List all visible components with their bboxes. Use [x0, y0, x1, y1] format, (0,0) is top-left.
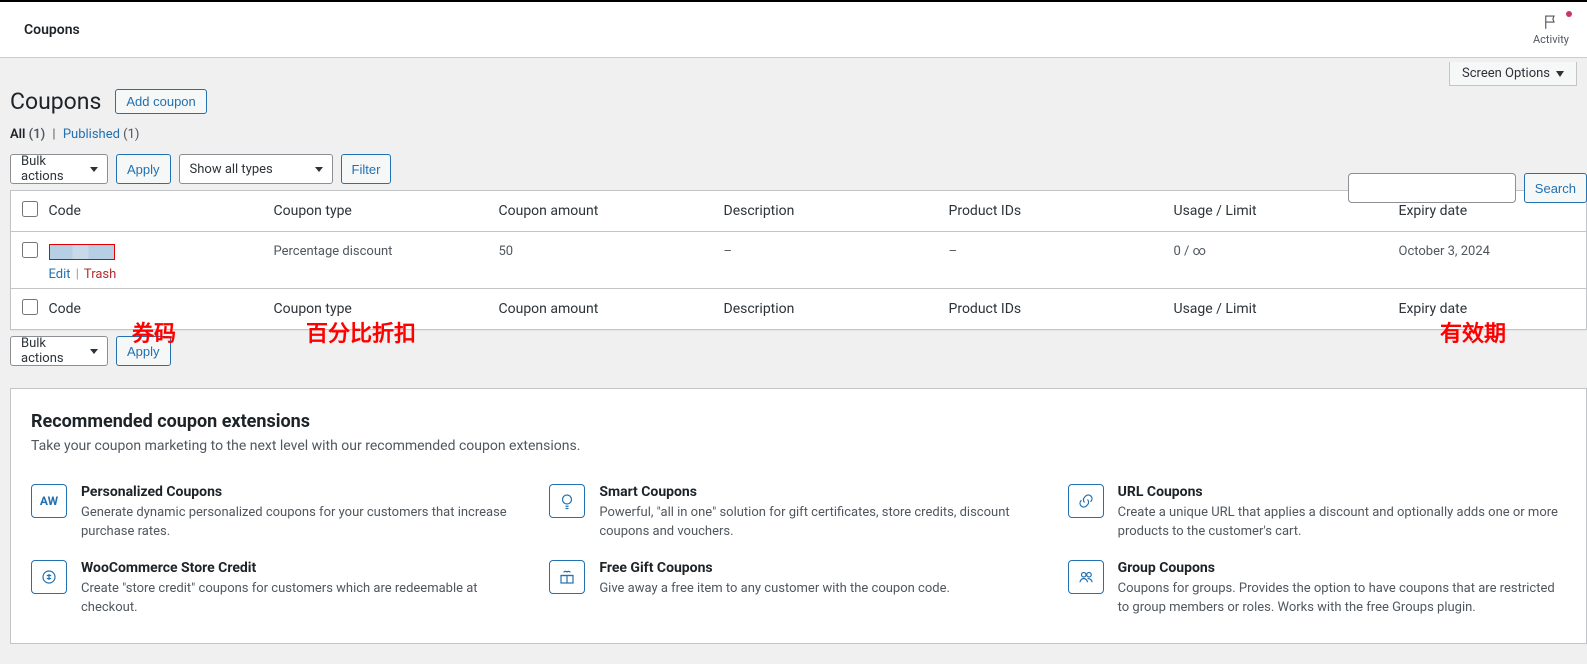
- extensions-heading: Recommended coupon extensions: [31, 411, 1566, 432]
- cell-amount: 50: [489, 232, 714, 289]
- col-type-foot: Coupon type: [264, 289, 489, 330]
- col-amount-foot: Coupon amount: [489, 289, 714, 330]
- page-title: Coupons: [10, 88, 101, 115]
- table-row: Edit | Trash Percentage discount 50 – – …: [11, 232, 1587, 289]
- flag-icon: [1542, 13, 1560, 31]
- bulk-actions-select[interactable]: Bulk actions: [10, 154, 108, 184]
- col-expiry-foot: Expiry date: [1389, 289, 1587, 330]
- select-all-bottom[interactable]: [22, 299, 38, 315]
- search-input[interactable]: [1348, 173, 1516, 203]
- activity-button[interactable]: Activity: [1533, 13, 1569, 46]
- col-amount: Coupon amount: [489, 191, 714, 232]
- col-code-foot[interactable]: Code: [39, 289, 264, 330]
- search-box: Search: [1348, 173, 1587, 203]
- coin-icon: [31, 560, 67, 594]
- group-icon: [1068, 560, 1104, 594]
- ext-free-gift[interactable]: Free Gift Coupons Give away a free item …: [549, 560, 1047, 618]
- cell-usage: 0 / ∞: [1164, 232, 1389, 289]
- col-usage-foot: Usage / Limit: [1164, 289, 1389, 330]
- select-all-top[interactable]: [22, 201, 38, 217]
- add-coupon-button[interactable]: Add coupon: [115, 89, 206, 114]
- cell-desc: –: [714, 232, 939, 289]
- bulk-actions-select-bottom[interactable]: Bulk actions: [10, 336, 108, 366]
- edit-link[interactable]: Edit: [49, 267, 71, 282]
- col-desc: Description: [714, 191, 939, 232]
- ext-url-coupons[interactable]: URL Coupons Create a unique URL that app…: [1068, 484, 1566, 542]
- ext-group-coupons[interactable]: Group Coupons Coupons for groups. Provid…: [1068, 560, 1566, 618]
- trash-link[interactable]: Trash: [84, 267, 116, 282]
- aw-icon: AW: [31, 484, 67, 518]
- coupon-code-redacted[interactable]: [49, 244, 115, 260]
- top-header: Coupons Activity: [0, 2, 1587, 58]
- cell-expiry: October 3, 2024: [1389, 232, 1587, 289]
- view-published[interactable]: Published (1): [63, 127, 140, 142]
- ext-smart-coupons[interactable]: Smart Coupons Powerful, "all in one" sol…: [549, 484, 1047, 542]
- col-pids-foot: Product IDs: [939, 289, 1164, 330]
- types-select[interactable]: Show all types: [179, 154, 333, 184]
- apply-button-bottom[interactable]: Apply: [116, 336, 171, 366]
- col-pids: Product IDs: [939, 191, 1164, 232]
- header-title: Coupons: [24, 22, 80, 38]
- cell-pids: –: [939, 232, 1164, 289]
- activity-label: Activity: [1533, 33, 1569, 46]
- col-type: Coupon type: [264, 191, 489, 232]
- link-icon: [1068, 484, 1104, 518]
- gift-icon: [549, 560, 585, 594]
- bulb-icon: [549, 484, 585, 518]
- view-filters: All (1) | Published (1): [10, 127, 1587, 142]
- select-row[interactable]: [22, 242, 38, 258]
- activity-dot-icon: [1566, 11, 1572, 17]
- row-actions: Edit | Trash: [49, 267, 254, 282]
- tablenav-bottom: Bulk actions Apply: [10, 336, 1587, 366]
- ext-personalized-coupons[interactable]: AW Personalized Coupons Generate dynamic…: [31, 484, 529, 542]
- apply-button-top[interactable]: Apply: [116, 154, 171, 184]
- ext-store-credit[interactable]: WooCommerce Store Credit Create "store c…: [31, 560, 529, 618]
- col-code[interactable]: Code: [39, 191, 264, 232]
- extensions-panel: Recommended coupon extensions Take your …: [10, 388, 1587, 644]
- coupons-table: Code Coupon type Coupon amount Descripti…: [10, 190, 1587, 330]
- filter-button[interactable]: Filter: [341, 154, 392, 184]
- view-all[interactable]: All (1): [10, 127, 45, 142]
- search-button[interactable]: Search: [1524, 173, 1587, 203]
- col-desc-foot: Description: [714, 289, 939, 330]
- cell-type: Percentage discount: [264, 232, 489, 289]
- extensions-sub: Take your coupon marketing to the next l…: [31, 438, 1566, 454]
